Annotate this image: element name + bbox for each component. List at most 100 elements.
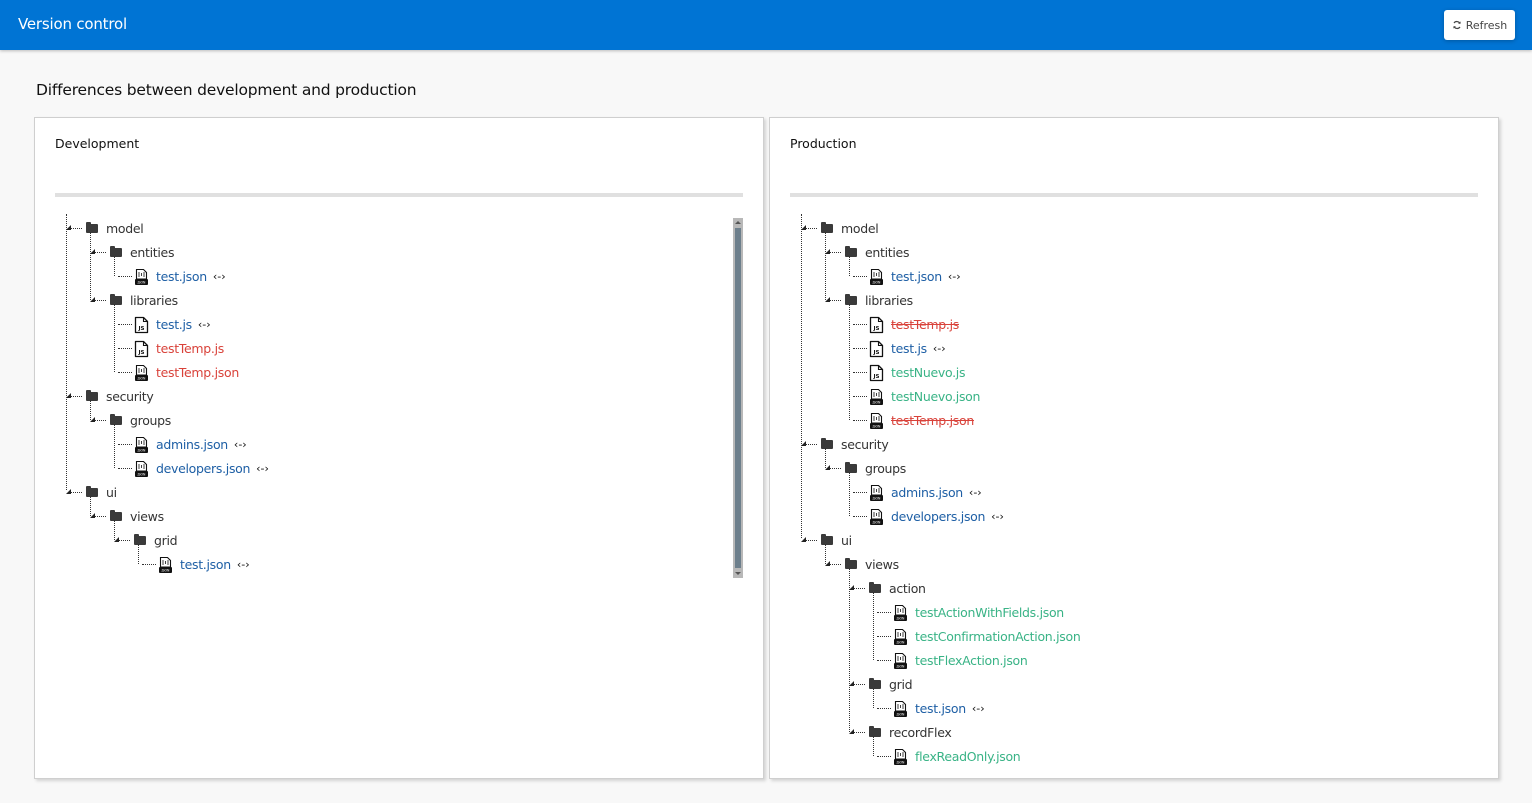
tree-file[interactable]: JSON testFlexAction.json (873, 648, 1028, 672)
tree-file[interactable]: JSON flexReadOnly.json (873, 744, 1021, 768)
refresh-button[interactable]: Refresh (1444, 10, 1515, 40)
svg-text:JSON: JSON (896, 617, 905, 621)
compare-diff-icon[interactable]: ‹-› (991, 510, 1004, 523)
svg-text:JS: JS (872, 326, 879, 332)
tree-file[interactable]: JS testTemp.js (849, 312, 959, 336)
svg-text:JSON: JSON (161, 569, 170, 573)
tree-connector (853, 396, 867, 397)
compare-diff-icon[interactable]: ‹-› (972, 702, 985, 715)
tree-connector (853, 420, 867, 421)
json-file-icon: JSON (893, 628, 908, 646)
folder-label: views (130, 508, 164, 524)
scroll-thumb[interactable] (735, 228, 741, 568)
tree-file[interactable]: JSON test.json ‹-› (114, 264, 226, 288)
tree-folder[interactable]: security (66, 384, 154, 408)
tree-file[interactable]: JSON test.json ‹-› (849, 264, 961, 288)
file-label[interactable]: developers.json (156, 461, 250, 476)
tree-folder[interactable]: recordFlex (849, 720, 952, 744)
tree-connector (142, 564, 156, 565)
tree-file[interactable]: JSON testTemp.json (849, 408, 974, 432)
file-label[interactable]: admins.json (156, 437, 228, 452)
tree-connector (853, 516, 867, 517)
js-file-icon: JS (869, 340, 884, 358)
tree-folder[interactable]: views (825, 552, 899, 576)
tree-file[interactable]: JSON testNuevo.json (849, 384, 980, 408)
tree-file[interactable]: JS test.js ‹-› (849, 336, 946, 360)
tree-file[interactable]: JS testTemp.js (114, 336, 224, 360)
tree-folder[interactable]: entities (825, 240, 909, 264)
tree-file[interactable]: JSON testActionWithFields.json (873, 600, 1064, 624)
folder-icon (869, 581, 881, 593)
tree-connector (805, 444, 817, 445)
tree-file[interactable]: JSON developers.json ‹-› (849, 504, 1004, 528)
js-file-icon: JS (134, 340, 149, 358)
tree-folder[interactable]: groups (825, 456, 906, 480)
tree-guide-line (114, 304, 115, 372)
svg-text:JSON: JSON (872, 281, 881, 285)
tree-connector (877, 660, 891, 661)
file-label[interactable]: developers.json (891, 509, 985, 524)
tree-connector (853, 276, 867, 277)
tree-connector (853, 492, 867, 493)
compare-diff-icon[interactable]: ‹-› (948, 270, 961, 283)
file-label[interactable]: test.js (156, 317, 192, 332)
file-label[interactable]: admins.json (891, 485, 963, 500)
json-file-icon: JSON (134, 436, 149, 454)
compare-diff-icon[interactable]: ‹-› (969, 486, 982, 499)
tree-folder[interactable]: action (849, 576, 926, 600)
folder-icon (821, 533, 833, 545)
folder-label: action (889, 580, 926, 596)
tree-guide-line (849, 304, 850, 420)
tree-file[interactable]: JSON testConfirmationAction.json (873, 624, 1081, 648)
compare-diff-icon[interactable]: ‹-› (213, 270, 226, 283)
file-label[interactable]: test.json (156, 269, 207, 284)
compare-diff-icon[interactable]: ‹-› (234, 438, 247, 451)
tree-file[interactable]: JSON testTemp.json (114, 360, 239, 384)
tree-guide-line (114, 424, 115, 468)
svg-text:JSON: JSON (872, 401, 881, 405)
folder-icon (845, 557, 857, 569)
tree-file[interactable]: JS test.js ‹-› (114, 312, 211, 336)
tree-file[interactable]: JS testNuevo.js (849, 360, 965, 384)
tree-folder[interactable]: groups (90, 408, 171, 432)
tree-file[interactable]: JSON developers.json ‹-› (114, 456, 269, 480)
svg-text:JSON: JSON (896, 713, 905, 717)
json-file-icon: JSON (893, 700, 908, 718)
folder-icon (869, 725, 881, 737)
file-label[interactable]: test.json (891, 269, 942, 284)
file-label[interactable]: test.json (180, 557, 231, 572)
tree-folder[interactable]: entities (90, 240, 174, 264)
svg-text:JSON: JSON (872, 521, 881, 525)
tree-folder[interactable]: grid (849, 672, 913, 696)
scroll-down-arrow-icon[interactable] (735, 572, 741, 575)
tree-folder[interactable]: security (801, 432, 889, 456)
compare-diff-icon[interactable]: ‹-› (198, 318, 211, 331)
file-label[interactable]: test.js (891, 341, 927, 356)
development-scrollbar[interactable] (733, 218, 743, 578)
tree-file[interactable]: JSON test.json ‹-› (873, 696, 985, 720)
tree-file[interactable]: JSON test.json ‹-› (138, 552, 250, 576)
compare-diff-icon[interactable]: ‹-› (256, 462, 269, 475)
tree-folder[interactable]: model (66, 216, 144, 240)
tree-file[interactable]: JSON admins.json ‹-› (849, 480, 982, 504)
scroll-up-arrow-icon[interactable] (735, 221, 741, 224)
compare-diff-icon[interactable]: ‹-› (237, 558, 250, 571)
tree-folder[interactable]: libraries (90, 288, 178, 312)
compare-diff-icon[interactable]: ‹-› (933, 342, 946, 355)
tree-connector (853, 324, 867, 325)
tree-file[interactable]: JSON admins.json ‹-› (114, 432, 247, 456)
refresh-icon (1452, 20, 1461, 30)
folder-label: views (865, 556, 899, 572)
folder-icon (821, 221, 833, 233)
json-file-icon: JSON (869, 388, 884, 406)
tree-root-line (801, 214, 802, 538)
tree-folder[interactable]: views (90, 504, 164, 528)
tree-folder[interactable]: ui (66, 480, 117, 504)
file-label[interactable]: test.json (915, 701, 966, 716)
tree-folder[interactable]: libraries (825, 288, 913, 312)
tree-folder[interactable]: model (801, 216, 879, 240)
tree-folder[interactable]: grid (114, 528, 178, 552)
tree-folder[interactable]: ui (801, 528, 852, 552)
tree-guide-line (114, 256, 115, 276)
svg-text:JS: JS (137, 326, 144, 332)
